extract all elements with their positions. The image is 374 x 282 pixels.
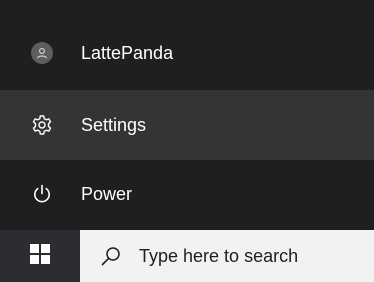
start-menu-item-settings[interactable]: Settings	[0, 90, 374, 160]
power-label: Power	[81, 183, 133, 204]
start-menu: LattePanda Settings Power	[0, 0, 374, 230]
start-menu-item-user[interactable]: LattePanda	[0, 22, 374, 84]
power-icon	[30, 182, 54, 206]
search-icon	[100, 245, 122, 267]
taskbar: Type here to search	[0, 230, 374, 282]
taskbar-search-box[interactable]: Type here to search	[80, 230, 374, 282]
start-menu-item-power[interactable]: Power	[0, 163, 374, 225]
user-name-label: LattePanda	[81, 42, 174, 63]
screen: LattePanda Settings Power Type here to s…	[0, 0, 374, 282]
gear-icon	[30, 113, 54, 137]
search-placeholder: Type here to search	[139, 246, 299, 266]
windows-logo-icon	[30, 243, 50, 269]
start-button[interactable]	[0, 230, 80, 282]
settings-label: Settings	[81, 114, 147, 135]
user-avatar-icon	[30, 41, 54, 65]
